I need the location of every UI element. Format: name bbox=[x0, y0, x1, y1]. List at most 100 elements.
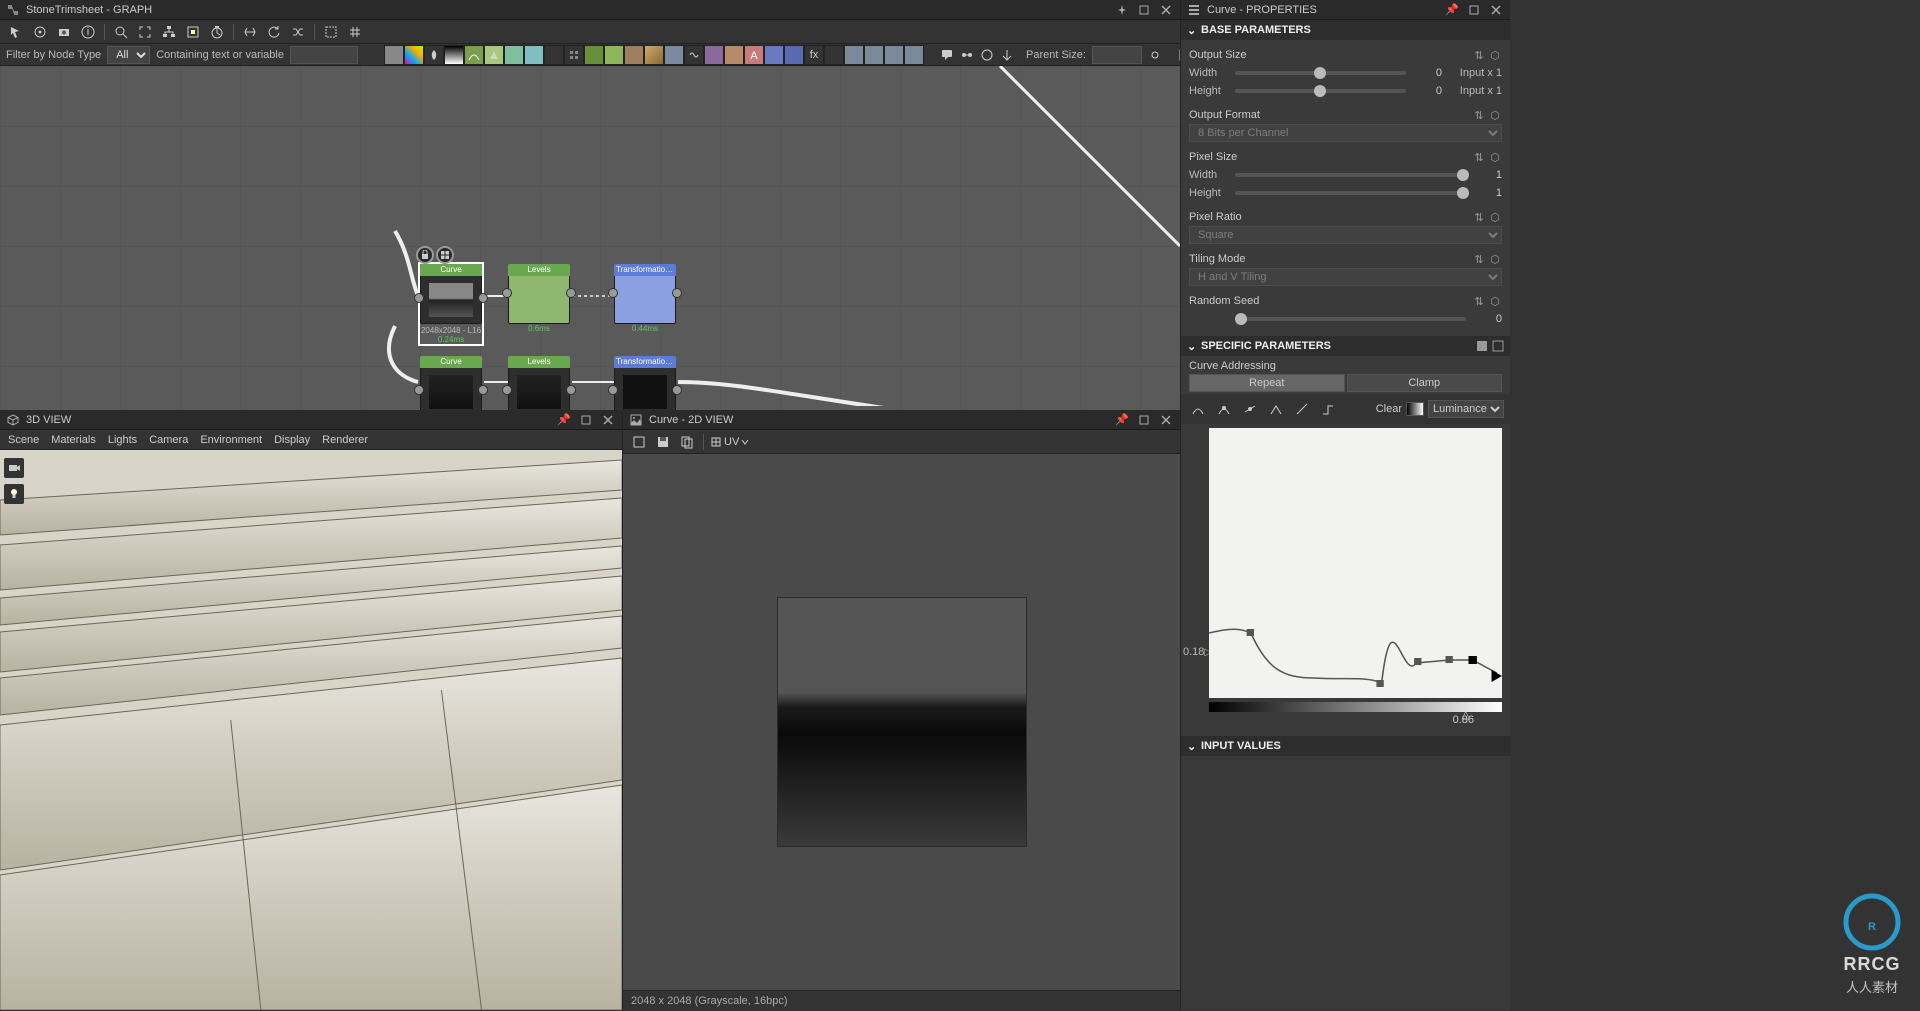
menu-renderer[interactable]: Renderer bbox=[322, 434, 368, 446]
info-icon[interactable]: i bbox=[78, 22, 98, 42]
width-slider[interactable] bbox=[1235, 71, 1406, 75]
node-levels-2[interactable]: Levels 2048x2048 - L16 0.17ms bbox=[508, 356, 570, 410]
node-input-port[interactable] bbox=[608, 288, 618, 298]
output-format-select[interactable]: 8 Bits per Channel bbox=[1189, 124, 1502, 142]
node-bitmap[interactable] bbox=[784, 45, 804, 65]
node-transform2d[interactable] bbox=[664, 45, 684, 65]
node-badge-view-icon[interactable] bbox=[436, 246, 454, 264]
pointer-icon[interactable] bbox=[6, 22, 26, 42]
comment-icon[interactable] bbox=[940, 45, 954, 65]
link-icon[interactable]: ⬡ bbox=[1488, 150, 1502, 164]
link-icon[interactable]: ⬡ bbox=[1488, 210, 1502, 224]
node-output-port[interactable] bbox=[478, 385, 488, 395]
node-svg[interactable] bbox=[764, 45, 784, 65]
camera-icon[interactable] bbox=[54, 22, 74, 42]
node-pixel-proc[interactable] bbox=[824, 45, 844, 65]
node-emboss[interactable] bbox=[644, 45, 664, 65]
specific-parameters-header[interactable]: ⌄ SPECIFIC PARAMETERS bbox=[1181, 336, 1510, 356]
node-curve[interactable] bbox=[464, 45, 484, 65]
node-badge-locked-icon[interactable] bbox=[416, 246, 434, 264]
pin-icon[interactable] bbox=[1114, 2, 1130, 18]
selection-icon[interactable] bbox=[321, 22, 341, 42]
curve-break-icon[interactable] bbox=[1265, 398, 1287, 420]
curve-clear-button[interactable]: Clear bbox=[1376, 403, 1402, 415]
node-grayscale-conv[interactable] bbox=[544, 45, 564, 65]
node-output-port[interactable] bbox=[566, 288, 576, 298]
pin-icon[interactable]: 📌 bbox=[556, 412, 572, 428]
portal-icon[interactable] bbox=[980, 45, 994, 65]
node-dir-blur[interactable] bbox=[604, 45, 624, 65]
node-channel-shuffle[interactable] bbox=[504, 45, 524, 65]
node-input-port[interactable] bbox=[502, 385, 512, 395]
inherit-icon[interactable]: ⇅ bbox=[1472, 252, 1486, 266]
close-icon[interactable] bbox=[1158, 2, 1174, 18]
addressing-repeat-button[interactable]: Repeat bbox=[1189, 374, 1345, 392]
ps-width-slider[interactable] bbox=[1235, 173, 1466, 177]
node-uniform-gray[interactable] bbox=[384, 45, 404, 65]
node-levels-1[interactable]: Levels 0.6ms bbox=[508, 264, 570, 333]
ps-height-value[interactable]: 1 bbox=[1472, 187, 1502, 199]
node-input-port[interactable] bbox=[414, 385, 424, 395]
viewport-light-icon[interactable] bbox=[4, 484, 24, 504]
node-output-port[interactable] bbox=[478, 293, 488, 303]
node-normal[interactable] bbox=[524, 45, 544, 65]
pixel-ratio-select[interactable]: Square bbox=[1189, 226, 1502, 244]
node-uniform-color[interactable] bbox=[404, 45, 424, 65]
curve-linear-icon[interactable] bbox=[1291, 398, 1313, 420]
inherit-icon[interactable]: ⇅ bbox=[1472, 48, 1486, 62]
link-icon[interactable]: ⬡ bbox=[1488, 294, 1502, 308]
hierarchy-icon[interactable] bbox=[159, 22, 179, 42]
node-output-port[interactable] bbox=[672, 288, 682, 298]
node-pin[interactable] bbox=[904, 45, 924, 65]
view2d-viewport[interactable] bbox=[623, 454, 1180, 990]
refresh-icon[interactable] bbox=[264, 22, 284, 42]
inherit-icon[interactable]: ⇅ bbox=[1472, 108, 1486, 122]
node-fxmap[interactable]: fx bbox=[804, 45, 824, 65]
node-curve-2[interactable]: Curve 2048x2048 - L16 0.23ms bbox=[420, 356, 482, 410]
curve-channel-select[interactable]: Luminance bbox=[1428, 400, 1504, 418]
menu-materials[interactable]: Materials bbox=[51, 434, 96, 446]
save-image-icon[interactable] bbox=[653, 432, 673, 452]
close-icon[interactable] bbox=[1158, 412, 1174, 428]
node-output-port[interactable] bbox=[672, 385, 682, 395]
parent-size-input[interactable] bbox=[1092, 46, 1142, 64]
inherit-icon[interactable]: ⇅ bbox=[1472, 210, 1486, 224]
curve-step-icon[interactable] bbox=[1317, 398, 1339, 420]
node-curve-1[interactable]: Curve 2048x2048 - L16 0.24ms bbox=[420, 264, 482, 344]
link-icon[interactable]: ⬡ bbox=[1488, 108, 1502, 122]
node-input-port[interactable] bbox=[414, 293, 424, 303]
menu-camera[interactable]: Camera bbox=[149, 434, 188, 446]
node-output[interactable] bbox=[844, 45, 864, 65]
grid-icon[interactable] bbox=[345, 22, 365, 42]
maximize-icon[interactable] bbox=[578, 412, 594, 428]
expose-icon[interactable] bbox=[1000, 45, 1014, 65]
new-image-icon[interactable] bbox=[629, 432, 649, 452]
view3d-viewport[interactable] bbox=[0, 450, 622, 1010]
inherit-icon[interactable]: ⇅ bbox=[1472, 150, 1486, 164]
curve-tangent-icon[interactable] bbox=[1239, 398, 1261, 420]
copy-image-icon[interactable] bbox=[677, 432, 697, 452]
filter-type-select[interactable]: All bbox=[107, 46, 150, 64]
link-parent-icon[interactable] bbox=[1148, 45, 1162, 65]
node-hsl[interactable] bbox=[564, 45, 584, 65]
menu-scene[interactable]: Scene bbox=[8, 434, 39, 446]
height-slider[interactable] bbox=[1235, 89, 1406, 93]
node-blur[interactable] bbox=[584, 45, 604, 65]
highlight-icon[interactable] bbox=[183, 22, 203, 42]
fit-icon[interactable] bbox=[135, 22, 155, 42]
pin-icon[interactable]: 📌 bbox=[1114, 412, 1130, 428]
node-warp[interactable] bbox=[684, 45, 704, 65]
align-icon[interactable] bbox=[240, 22, 260, 42]
link-icon[interactable]: ⬡ bbox=[1488, 252, 1502, 266]
node-input-port[interactable] bbox=[608, 385, 618, 395]
width-value[interactable]: 0 bbox=[1412, 67, 1442, 79]
tiling-mode-select[interactable]: H and V Tiling bbox=[1189, 268, 1502, 286]
height-value[interactable]: 0 bbox=[1412, 85, 1442, 97]
node-input[interactable] bbox=[864, 45, 884, 65]
zoom-icon[interactable] bbox=[111, 22, 131, 42]
close-icon[interactable] bbox=[600, 412, 616, 428]
shuffle-icon[interactable] bbox=[288, 22, 308, 42]
addressing-clamp-button[interactable]: Clamp bbox=[1347, 374, 1503, 392]
menu-environment[interactable]: Environment bbox=[200, 434, 262, 446]
curve-select-icon[interactable] bbox=[1187, 398, 1209, 420]
